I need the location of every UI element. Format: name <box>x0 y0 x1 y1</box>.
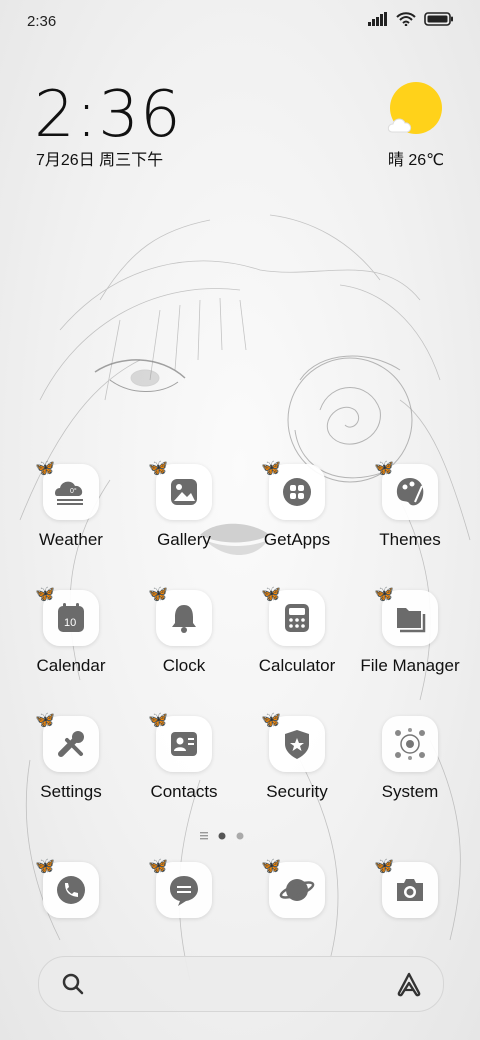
weather-widget-text: 晴 26℃ <box>387 152 445 169</box>
dock-phone[interactable]: 🦋 <box>14 858 128 918</box>
dock-camera[interactable]: 🦋 <box>353 858 467 918</box>
app-file-manager[interactable]: 🦋 File Manager <box>353 586 467 676</box>
contacts-icon <box>171 732 197 756</box>
app-label: Clock <box>162 656 206 675</box>
dock-messages[interactable]: 🦋 <box>127 858 241 918</box>
app-label: Calendar <box>36 656 106 675</box>
messages-icon <box>170 876 198 906</box>
getapps-icon <box>283 478 311 506</box>
app-settings[interactable]: 🦋 Settings <box>14 712 128 802</box>
calculator-icon <box>285 604 309 632</box>
butterfly-icon: 🦋 <box>374 586 394 603</box>
system-folder-icon <box>395 728 425 760</box>
butterfly-icon: 🦋 <box>261 712 281 729</box>
app-label: Themes <box>379 530 441 549</box>
app-label: Weather <box>39 530 103 549</box>
butterfly-icon: 🦋 <box>374 858 394 875</box>
battery-icon <box>424 12 453 26</box>
app-label: Gallery <box>157 530 211 549</box>
status-bar: 2:36 <box>0 0 480 44</box>
app-clock[interactable]: 🦋 Clock <box>127 586 241 676</box>
page-dot-active <box>218 832 226 840</box>
app-contacts[interactable]: 🦋 Contacts <box>127 712 241 802</box>
assistant-icon[interactable] <box>395 971 423 997</box>
wifi-icon <box>396 12 416 26</box>
butterfly-icon: 🦋 <box>148 586 168 603</box>
app-label: System <box>381 782 439 801</box>
butterfly-icon: 🦋 <box>374 460 394 477</box>
file-manager-icon <box>397 608 426 633</box>
calendar-icon: 10 <box>58 603 84 632</box>
butterfly-icon: 🦋 <box>261 858 281 875</box>
camera-icon <box>397 879 423 901</box>
app-getapps[interactable]: 🦋 GetApps <box>240 460 354 550</box>
butterfly-icon: 🦋 <box>148 858 168 875</box>
app-label: Settings <box>40 782 102 801</box>
page-dot <box>236 832 244 840</box>
themes-icon <box>396 478 424 506</box>
weather-icon: 0° <box>55 481 83 505</box>
app-system-folder[interactable]: System <box>353 716 467 802</box>
app-calculator[interactable]: 🦋 Calculator <box>240 586 354 676</box>
butterfly-icon: 🦋 <box>35 858 55 875</box>
gallery-icon <box>171 479 197 505</box>
clock-icon <box>172 605 196 633</box>
app-gallery[interactable]: 🦋 Gallery <box>127 460 241 550</box>
weather-widget[interactable]: 晴 26℃ <box>386 82 446 172</box>
butterfly-icon: 🦋 <box>261 586 281 603</box>
phone-icon <box>57 876 85 904</box>
clock-widget-time[interactable]: 2:36 <box>34 78 182 152</box>
page-indicator[interactable] <box>0 830 480 842</box>
security-icon <box>285 730 309 759</box>
butterfly-icon: 🦋 <box>35 712 55 729</box>
weather-glyph-text: 0° <box>70 487 77 495</box>
search-icon <box>62 973 84 995</box>
butterfly-icon: 🦋 <box>148 712 168 729</box>
app-label: File Manager <box>360 656 460 675</box>
list-page-icon <box>200 832 208 840</box>
app-themes[interactable]: 🦋 Themes <box>353 460 467 550</box>
calendar-date-text: 10 <box>64 617 76 629</box>
butterfly-icon: 🦋 <box>35 586 55 603</box>
app-weather[interactable]: 0° 🦋 Weather <box>14 460 128 550</box>
clock-widget-date: 7月26日 周三下午 <box>36 152 164 169</box>
app-label: Security <box>266 782 328 801</box>
status-time: 2:36 <box>27 13 57 30</box>
app-calendar[interactable]: 10 🦋 Calendar <box>14 586 128 676</box>
search-bar[interactable] <box>38 956 444 1012</box>
dock-browser[interactable]: 🦋 <box>240 858 354 918</box>
app-label: Calculator <box>258 656 336 675</box>
butterfly-icon: 🦋 <box>148 460 168 477</box>
cloud-icon <box>387 118 412 133</box>
app-label: GetApps <box>263 530 331 549</box>
signal-icon <box>368 12 387 26</box>
butterfly-icon: 🦋 <box>261 460 281 477</box>
browser-icon <box>279 879 315 901</box>
app-label: Contacts <box>150 782 218 801</box>
settings-icon <box>58 731 84 757</box>
butterfly-icon: 🦋 <box>35 460 55 477</box>
app-security[interactable]: 🦋 Security <box>240 712 354 802</box>
